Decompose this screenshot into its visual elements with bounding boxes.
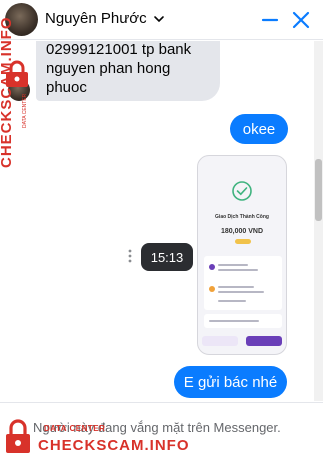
detail-line — [218, 286, 254, 288]
detail-line — [218, 269, 258, 271]
lock-icon — [6, 419, 30, 453]
image-attachment[interactable]: Giao Dịch Thành Công 180,000 VND — [197, 155, 287, 355]
message-line: 02999121001 tp bank — [46, 41, 192, 58]
watermark-text: CHECKSCAM.INFO — [38, 437, 190, 454]
scrollbar-thumb[interactable] — [315, 159, 322, 221]
detail-line — [218, 264, 248, 266]
preview-button-secondary — [202, 336, 238, 346]
contact-name[interactable]: Nguyên Phước — [45, 10, 147, 27]
watermark-subtext: DATA CENTER — [22, 93, 28, 128]
detail-line — [218, 291, 264, 293]
detail-line — [209, 320, 259, 322]
watermark-subtext: DATA CENTER — [44, 424, 106, 433]
success-check-icon — [232, 181, 252, 201]
watermark-text: CHECKSCAM.INFO — [0, 16, 15, 169]
scrollbar[interactable] — [314, 41, 323, 401]
timestamp-tooltip: 15:13 — [141, 243, 193, 271]
detail-line — [218, 300, 246, 302]
preview-button-primary — [246, 336, 282, 346]
incoming-message-bubble[interactable]: 02999121001 tp bank nguyen phan hong phu… — [36, 41, 220, 101]
preview-pill — [235, 239, 251, 244]
preview-note-card — [204, 314, 282, 328]
message-line: nguyen phan hong — [46, 60, 171, 77]
bank-logo-icon — [209, 264, 215, 270]
message-line: phuoc — [46, 79, 87, 96]
message-list[interactable]: 02999121001 tp bank nguyen phan hong phu… — [0, 41, 323, 401]
minimize-icon[interactable] — [258, 8, 282, 32]
preview-title: Giao Dịch Thành Công — [215, 214, 269, 220]
close-icon[interactable] — [289, 8, 313, 32]
bank-logo-icon — [209, 286, 215, 292]
outgoing-message-bubble[interactable]: okee — [230, 114, 288, 144]
chevron-down-icon[interactable] — [152, 12, 166, 26]
more-options-icon[interactable] — [127, 248, 133, 264]
preview-amount: 180,000 VND — [220, 228, 264, 235]
chat-header: Nguyên Phước — [0, 0, 323, 40]
outgoing-message-bubble[interactable]: E gửi bác nhé — [174, 366, 287, 398]
preview-detail-card — [204, 256, 282, 310]
